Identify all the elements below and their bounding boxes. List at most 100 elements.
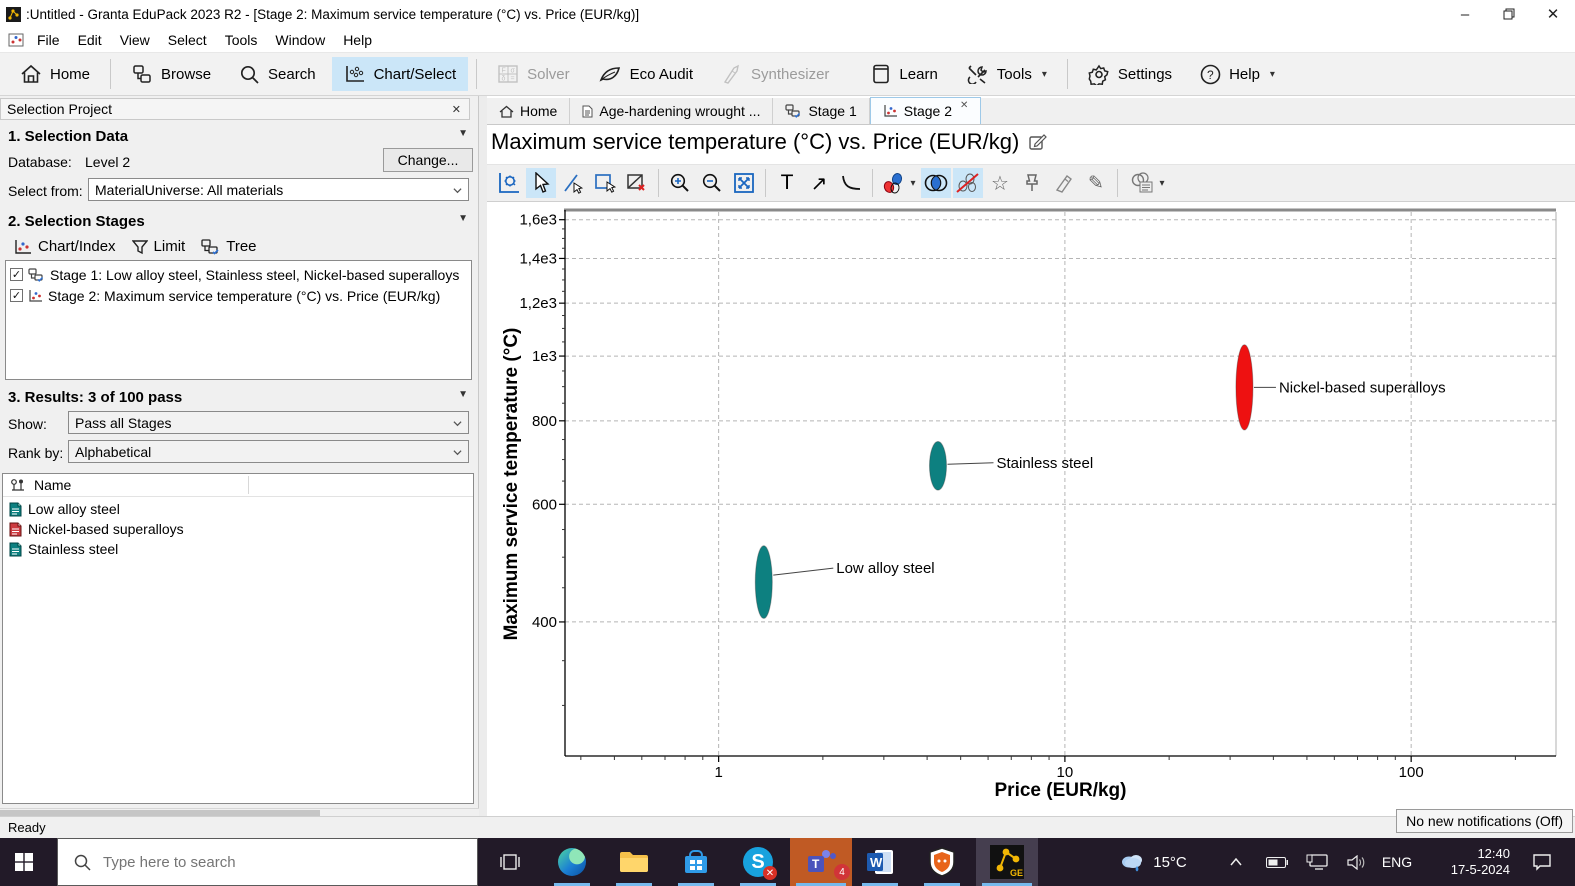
section-collapse-icon[interactable]: ▼ bbox=[458, 213, 468, 224]
chart-select-button[interactable]: Chart/Select bbox=[332, 57, 469, 91]
home-button[interactable]: Home bbox=[8, 57, 102, 91]
hide-failed-records-button[interactable] bbox=[953, 168, 983, 198]
result-row[interactable]: Stainless steel bbox=[3, 539, 473, 559]
edge-button[interactable] bbox=[548, 838, 596, 886]
rank-by-combobox[interactable]: Alphabetical bbox=[68, 440, 469, 463]
tools-dropdown-icon[interactable]: ▾ bbox=[1042, 69, 1047, 80]
menu-help[interactable]: Help bbox=[334, 30, 381, 50]
limit-button[interactable]: Limit bbox=[124, 235, 194, 258]
word-button[interactable]: W bbox=[856, 838, 904, 886]
search-button[interactable]: Search bbox=[227, 57, 328, 91]
file-explorer-button[interactable] bbox=[610, 838, 658, 886]
arrow-annotation-button[interactable]: ↗ bbox=[804, 168, 834, 198]
tab-home[interactable]: Home bbox=[487, 98, 570, 124]
bubble-label[interactable]: Low alloy steel bbox=[836, 560, 934, 577]
solver-button[interactable]: Fσδ= Solver bbox=[485, 57, 582, 91]
annotate-pencil-button[interactable]: ✎ bbox=[1081, 168, 1111, 198]
panel-close-icon[interactable]: ✕ bbox=[452, 103, 461, 116]
battery-tray-button[interactable] bbox=[1260, 838, 1294, 886]
help-button[interactable]: ? Help ▾ bbox=[1188, 57, 1287, 92]
stage-list-item[interactable]: ✓ Stage 1: Low alloy steel, Stainless st… bbox=[6, 264, 471, 285]
eco-audit-button[interactable]: Eco Audit bbox=[586, 57, 705, 91]
stage1-checkbox[interactable]: ✓ bbox=[10, 268, 23, 281]
tab-stage-1[interactable]: Stage 1 bbox=[773, 98, 869, 124]
help-dropdown-icon[interactable]: ▾ bbox=[1270, 69, 1275, 80]
chart-bubble[interactable] bbox=[755, 546, 772, 619]
panel-splitter[interactable] bbox=[479, 96, 487, 816]
autoscale-button[interactable] bbox=[729, 168, 759, 198]
zoom-in-button[interactable] bbox=[665, 168, 695, 198]
volume-tray-button[interactable] bbox=[1340, 838, 1374, 886]
tools-button[interactable]: Tools ▾ bbox=[954, 57, 1059, 91]
action-center-button[interactable] bbox=[1520, 838, 1564, 886]
learn-button[interactable]: Learn bbox=[859, 57, 949, 91]
clock-tray-button[interactable]: 12:40 17-5-2024 bbox=[1424, 838, 1510, 886]
clear-selection-button[interactable] bbox=[622, 168, 652, 198]
export-records-button[interactable]: ▾ bbox=[1124, 168, 1170, 198]
result-row[interactable]: Low alloy steel bbox=[3, 499, 473, 519]
horizontal-scrollbar[interactable] bbox=[0, 808, 479, 816]
bubble-label[interactable]: Nickel-based superalloys bbox=[1279, 379, 1446, 396]
scatter-chart[interactable]: 1101001,6e31,4e31,2e31e3800600400Price (… bbox=[487, 203, 1575, 816]
menu-file[interactable]: File bbox=[28, 30, 69, 50]
edit-title-icon[interactable] bbox=[1029, 133, 1047, 151]
stage2-checkbox[interactable]: ✓ bbox=[10, 289, 23, 302]
bubble-color-dropdown-icon[interactable]: ▾ bbox=[910, 178, 915, 189]
show-overlaps-button[interactable] bbox=[921, 168, 951, 198]
granta-edupack-button[interactable]: GE bbox=[976, 838, 1038, 886]
weather-widget[interactable]: 15°C bbox=[1108, 838, 1198, 886]
skype-button[interactable]: S ✕ bbox=[734, 838, 782, 886]
show-combobox[interactable]: Pass all Stages bbox=[68, 411, 469, 434]
select-from-combobox[interactable]: MaterialUniverse: All materials bbox=[88, 178, 469, 201]
bubble-color-button[interactable]: ▾ bbox=[879, 168, 919, 198]
menu-tools[interactable]: Tools bbox=[216, 30, 267, 50]
chart-bubble[interactable] bbox=[929, 441, 946, 490]
column-divider[interactable] bbox=[248, 476, 249, 494]
menu-view[interactable]: View bbox=[111, 30, 159, 50]
tray-chevron-button[interactable] bbox=[1222, 838, 1250, 886]
teams-button[interactable]: T 4 bbox=[790, 838, 852, 886]
menu-window[interactable]: Window bbox=[266, 30, 334, 50]
results-header-row[interactable]: Name bbox=[3, 474, 473, 497]
text-annotation-button[interactable]: T bbox=[772, 168, 802, 198]
minimize-button[interactable]: – bbox=[1443, 0, 1487, 28]
stage-list-item[interactable]: ✓ Stage 2: Maximum service temperature (… bbox=[6, 285, 471, 306]
section-collapse-icon[interactable]: ▼ bbox=[458, 128, 468, 139]
change-database-button[interactable]: Change... bbox=[383, 148, 473, 172]
tree-button[interactable]: Tree bbox=[193, 235, 264, 258]
browse-button[interactable]: Browse bbox=[119, 57, 223, 91]
tab-age-hardening-wrought[interactable]: Age-hardening wrought ... bbox=[570, 98, 773, 124]
synthesizer-button[interactable]: Synthesizer bbox=[709, 57, 841, 91]
tab-stage-2[interactable]: Stage 2 ✕ bbox=[870, 97, 982, 124]
curve-annotation-button[interactable] bbox=[836, 168, 866, 198]
language-tray-button[interactable]: ENG bbox=[1378, 838, 1416, 886]
task-view-button[interactable] bbox=[486, 838, 534, 886]
bubble-label[interactable]: Stainless steel bbox=[996, 455, 1093, 472]
tab-close-icon[interactable]: ✕ bbox=[960, 100, 968, 111]
chart-index-button[interactable]: Chart/Index bbox=[6, 235, 124, 258]
favorite-button[interactable]: ☆ bbox=[985, 168, 1015, 198]
restore-button[interactable] bbox=[1487, 0, 1531, 28]
box-select-button[interactable] bbox=[590, 168, 620, 198]
start-button[interactable] bbox=[0, 838, 48, 886]
shield-app-button[interactable] bbox=[918, 838, 966, 886]
chart-properties-button[interactable] bbox=[494, 168, 524, 198]
zoom-out-button[interactable] bbox=[697, 168, 727, 198]
line-select-button[interactable] bbox=[558, 168, 588, 198]
pin-button[interactable] bbox=[1017, 168, 1047, 198]
store-button[interactable] bbox=[672, 838, 720, 886]
chart-bubble[interactable] bbox=[1236, 345, 1253, 430]
result-row[interactable]: Nickel-based superalloys bbox=[3, 519, 473, 539]
menu-edit[interactable]: Edit bbox=[69, 30, 111, 50]
select-cursor-button[interactable] bbox=[526, 168, 556, 198]
export-dropdown-icon[interactable]: ▾ bbox=[1159, 178, 1164, 189]
search-input[interactable] bbox=[103, 854, 433, 871]
network-tray-button[interactable] bbox=[1300, 838, 1334, 886]
menu-select[interactable]: Select bbox=[159, 30, 216, 50]
highlight-pen-button[interactable] bbox=[1049, 168, 1079, 198]
section-collapse-icon[interactable]: ▼ bbox=[458, 389, 468, 400]
settings-button[interactable]: Settings bbox=[1076, 57, 1184, 92]
close-button[interactable]: ✕ bbox=[1531, 0, 1575, 28]
taskbar-search[interactable] bbox=[57, 838, 478, 886]
chart-canvas[interactable]: 1101001,6e31,4e31,2e31e3800600400Price (… bbox=[487, 203, 1575, 816]
